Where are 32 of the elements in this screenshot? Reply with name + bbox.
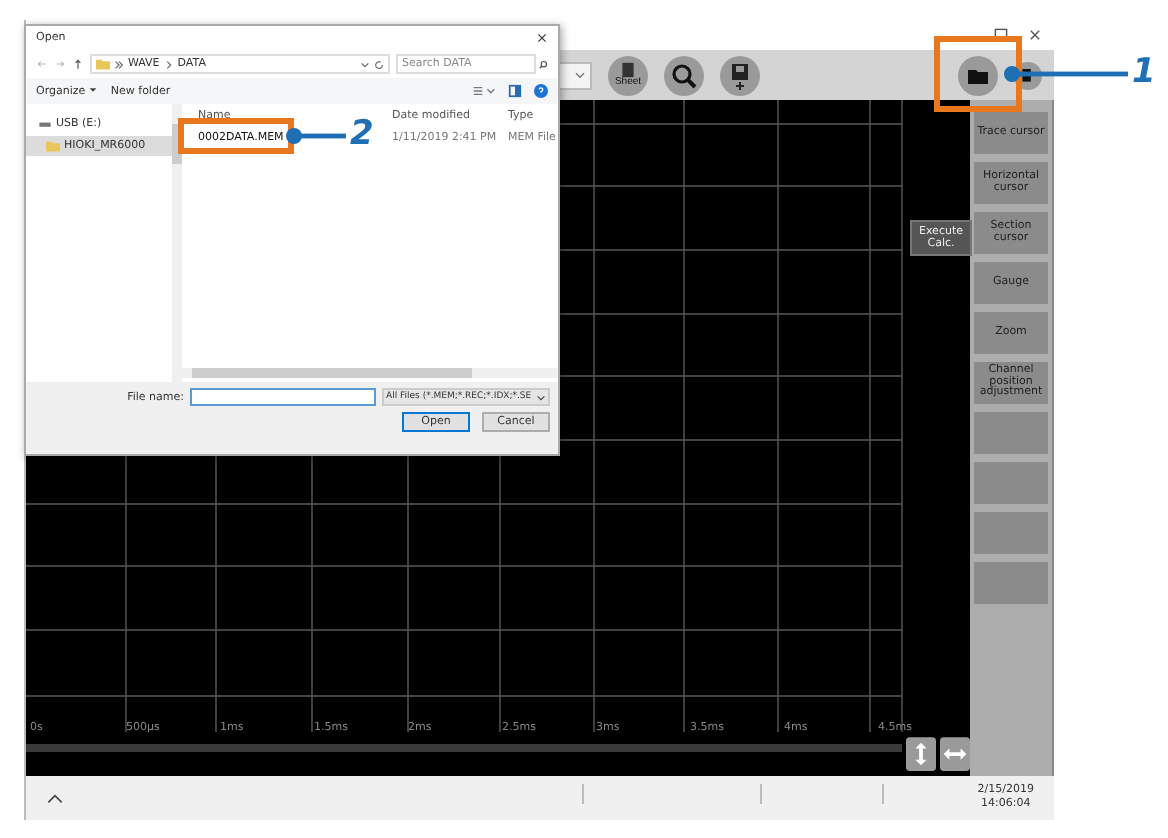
leader-line — [286, 128, 346, 144]
up-arrow-icon[interactable] — [72, 58, 84, 70]
callout-number: 2 — [350, 114, 374, 154]
highlight-frame — [178, 118, 294, 154]
caret-icon — [88, 85, 99, 94]
search-icon[interactable] — [538, 59, 548, 69]
folder-icon — [46, 140, 60, 152]
maximize-icon[interactable] — [994, 28, 1008, 42]
scrollbar[interactable] — [26, 744, 902, 752]
scrollbar[interactable] — [182, 368, 558, 378]
double-chevron-icon[interactable] — [114, 59, 124, 69]
preview-pane-icon[interactable] — [508, 84, 522, 98]
folder-icon — [96, 58, 110, 70]
refresh-icon[interactable] — [374, 59, 384, 69]
scrollbar[interactable] — [172, 104, 182, 382]
leader-line — [1004, 66, 1128, 82]
close-icon[interactable] — [536, 32, 548, 44]
help-icon[interactable] — [534, 84, 548, 98]
highlight-frame — [934, 36, 1022, 112]
view-options-icon[interactable] — [472, 84, 496, 98]
search-icon[interactable] — [664, 55, 704, 95]
chevron-up-icon[interactable] — [46, 793, 64, 803]
caret-icon — [536, 393, 546, 401]
callout-number: 1 — [1132, 52, 1156, 92]
sheet-icon — [620, 62, 636, 78]
chevron-down-icon[interactable] — [360, 59, 370, 69]
close-icon[interactable] — [1028, 28, 1042, 42]
save-icon[interactable] — [720, 55, 760, 95]
folder-icon[interactable] — [958, 55, 998, 95]
chevron-right-icon[interactable] — [163, 59, 174, 69]
file-name-field[interactable] — [190, 388, 376, 406]
chevron-down-icon — [574, 71, 586, 79]
